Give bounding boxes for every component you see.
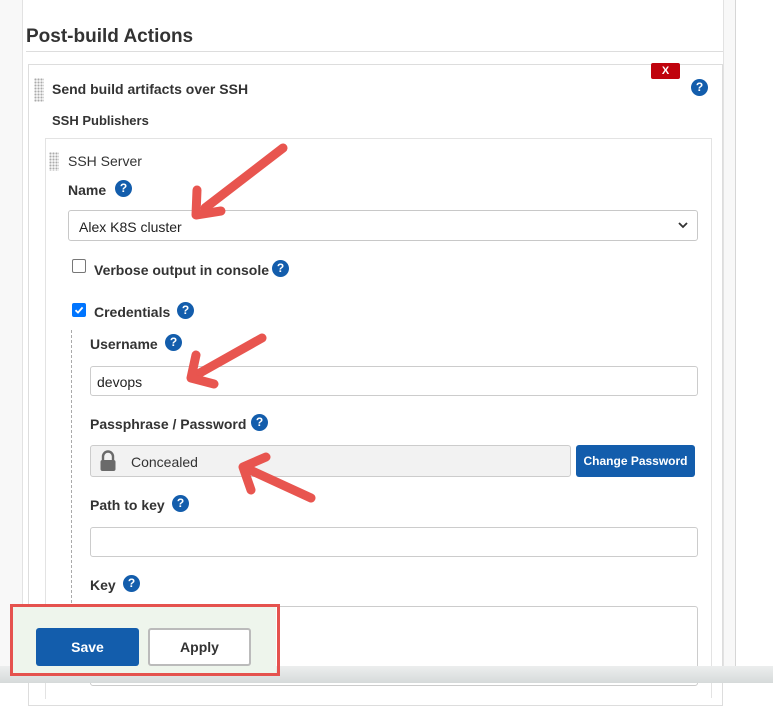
credentials-label: Credentials: [94, 304, 171, 320]
plugin-title: Send build artifacts over SSH: [52, 81, 249, 97]
verbose-label: Verbose output in console: [94, 262, 270, 278]
password-value: Concealed: [131, 454, 198, 470]
chevron-down-icon: [678, 222, 688, 229]
path-to-key-input[interactable]: [90, 527, 698, 557]
password-help-icon[interactable]: ?: [251, 414, 268, 431]
checkmark-icon: [74, 306, 84, 314]
server-name-value: Alex K8S cluster: [79, 219, 182, 235]
delete-plugin-button[interactable]: X: [651, 63, 680, 79]
ssh-server-box-edge: [711, 138, 712, 698]
verbose-help-icon[interactable]: ?: [272, 260, 289, 277]
section-title: Post-build Actions: [26, 26, 194, 47]
username-help-icon[interactable]: ?: [165, 334, 182, 351]
path-help-icon[interactable]: ?: [172, 495, 189, 512]
drag-handle-plugin[interactable]: [34, 78, 44, 102]
apply-button[interactable]: Apply: [148, 628, 251, 666]
password-field[interactable]: Concealed: [90, 445, 571, 477]
plugin-help-icon[interactable]: ?: [691, 79, 708, 96]
path-to-key-label: Path to key: [90, 497, 165, 513]
name-help-icon[interactable]: ?: [115, 180, 132, 197]
ssh-server-heading: SSH Server: [68, 153, 142, 169]
key-help-icon[interactable]: ?: [123, 575, 140, 592]
server-name-select[interactable]: Alex K8S cluster: [68, 210, 698, 241]
credentials-checkbox[interactable]: [72, 303, 86, 317]
drag-handle-server[interactable]: [49, 152, 59, 171]
verbose-checkbox[interactable]: [72, 259, 86, 273]
username-input[interactable]: devops: [90, 366, 698, 396]
name-label: Name: [68, 182, 107, 198]
save-button[interactable]: Save: [36, 628, 139, 666]
publishers-label: SSH Publishers: [52, 113, 149, 128]
username-label: Username: [90, 336, 158, 352]
lock-icon: [100, 450, 116, 471]
password-label: Passphrase / Password: [90, 416, 247, 432]
credentials-help-icon[interactable]: ?: [177, 302, 194, 319]
username-value: devops: [97, 374, 143, 390]
change-password-button[interactable]: Change Password: [576, 445, 695, 477]
section-divider: [26, 51, 723, 52]
key-label: Key: [90, 577, 116, 593]
